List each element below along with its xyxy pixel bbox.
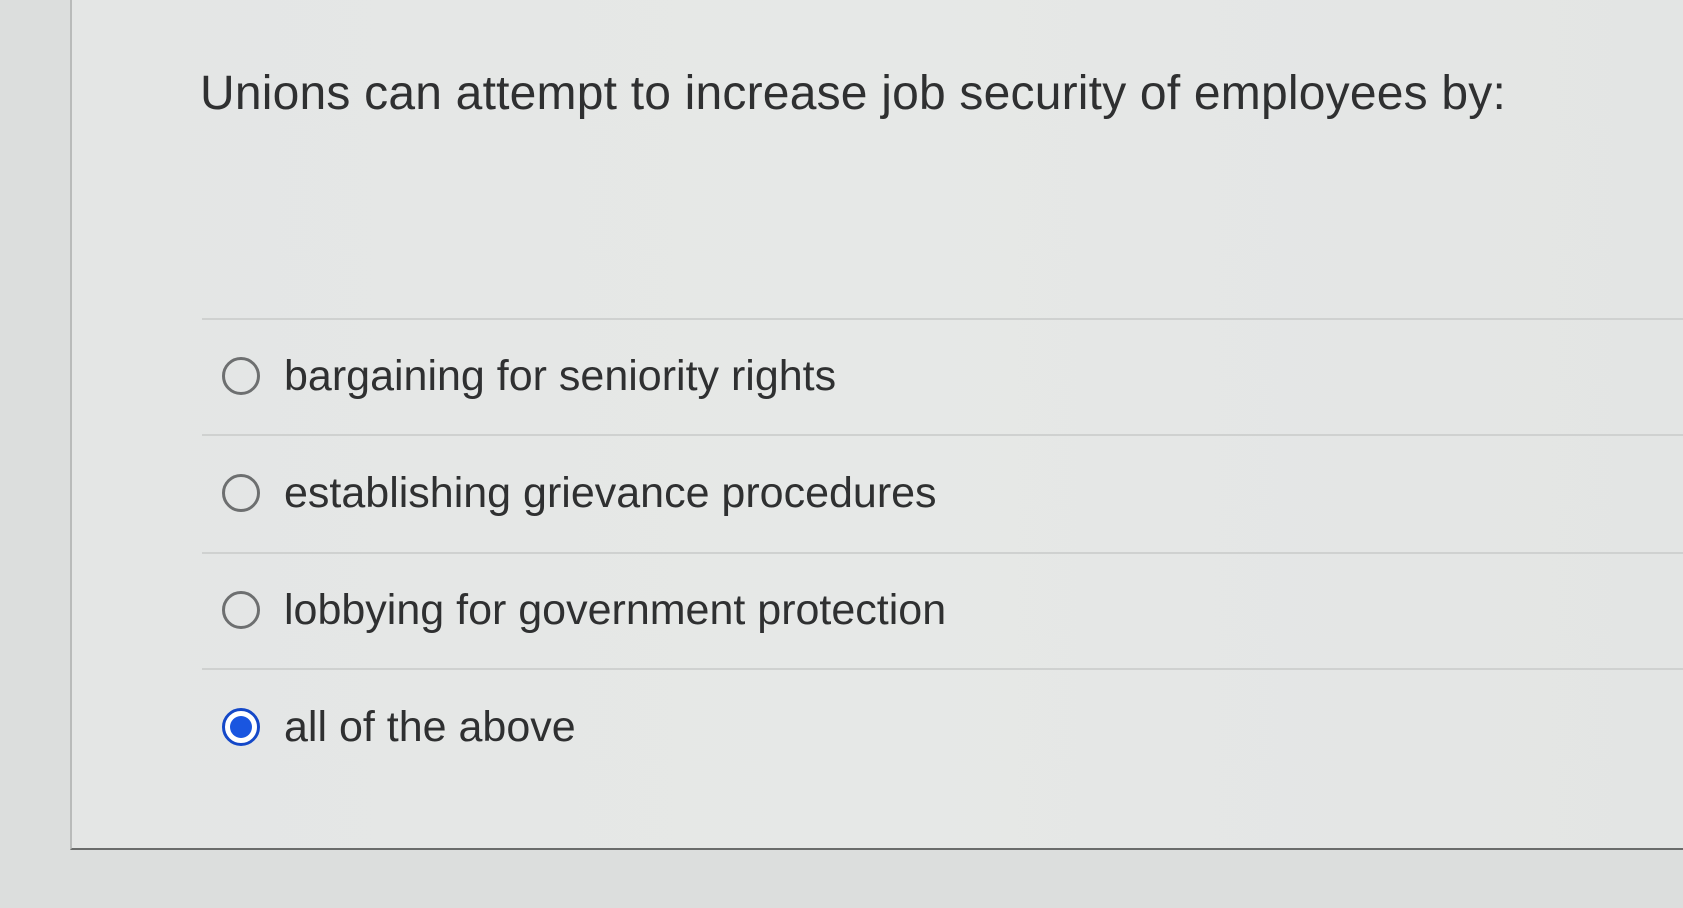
divider [202, 434, 1683, 436]
radio-unchecked-icon[interactable] [222, 357, 260, 395]
radio-unchecked-icon[interactable] [222, 474, 260, 512]
option-label: lobbying for government protection [284, 585, 947, 634]
divider [202, 318, 1683, 320]
option-seniority-rights[interactable]: bargaining for seniority rights [222, 346, 836, 406]
radio-unchecked-icon[interactable] [222, 591, 260, 629]
question-text: Unions can attempt to increase job secur… [200, 67, 1506, 120]
divider [202, 552, 1683, 554]
divider [202, 668, 1683, 670]
option-label: all of the above [284, 702, 576, 751]
option-government-protection[interactable]: lobbying for government protection [222, 580, 946, 640]
radio-checked-icon[interactable] [222, 708, 260, 746]
option-label: bargaining for seniority rights [284, 351, 837, 400]
question-panel: Unions can attempt to increase job secur… [70, 0, 1683, 850]
option-grievance-procedures[interactable]: establishing grievance procedures [222, 463, 937, 523]
option-all-of-the-above[interactable]: all of the above [222, 697, 576, 757]
option-label: establishing grievance procedures [284, 468, 937, 517]
